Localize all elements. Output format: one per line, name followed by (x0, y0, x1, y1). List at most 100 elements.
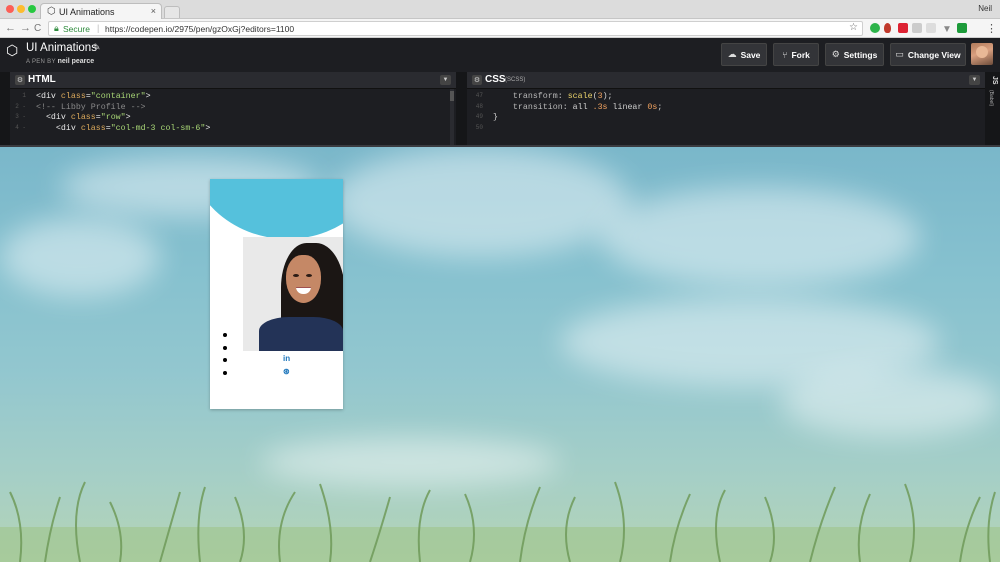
css-editor-title: CSS (485, 74, 506, 85)
back-arrow-icon[interactable]: ← (5, 22, 16, 34)
photo-eye (293, 274, 299, 277)
extension-green-square-icon[interactable] (957, 23, 967, 33)
bullet (223, 358, 227, 362)
profile-card: in ⊛ (210, 179, 343, 409)
social-item-dribbble[interactable]: ⊛ (210, 367, 343, 379)
extension-red-icon[interactable] (898, 23, 908, 33)
fork-label: Fork (791, 49, 810, 60)
forward-arrow-icon[interactable]: → (20, 22, 31, 34)
gear-icon: ⚙ (831, 49, 840, 59)
html-editor-header: ⚙ HTML ▼ (10, 72, 456, 89)
linkedin-icon[interactable]: in (283, 354, 290, 363)
extension-gray-icon[interactable] (912, 23, 922, 33)
code-token: ; (657, 102, 663, 112)
line-number: 49 (475, 113, 483, 120)
social-item-blank-2[interactable] (210, 342, 343, 354)
code-text: <div class="row"> (36, 113, 131, 122)
css-editor-header: ⚙ CSS (SCSS) ▼ (467, 72, 985, 89)
css-settings-gear-icon[interactable]: ⚙ (472, 75, 482, 85)
tab-title: UI Animations (59, 7, 115, 17)
code-token: class (60, 92, 86, 101)
codepen-logo-icon[interactable]: ⬡ (6, 42, 18, 59)
code-token: transform (493, 92, 558, 101)
reload-icon[interactable]: C (34, 23, 41, 34)
lock-icon: 🔒︎ (54, 23, 59, 33)
filter-icon[interactable]: ▼ (942, 23, 952, 35)
code-text: <div class="container"> (36, 92, 151, 101)
photo-eye (306, 274, 312, 277)
code-token: .3s (592, 102, 608, 112)
line-number: 47 (475, 92, 483, 99)
code-token: "row" (100, 113, 126, 122)
window-maximize-button[interactable] (28, 5, 36, 13)
url-field[interactable]: 🔒︎ Secure | https://codepen.io/2975/pen/… (48, 21, 863, 36)
pen-by-prefix: A PEN BY (26, 59, 56, 65)
url-text: https://codepen.io/2975/pen/gzOxGj?edito… (105, 24, 295, 34)
change-view-label: Change View (907, 49, 961, 60)
line-number: 3 - (15, 113, 26, 120)
preview-pane: in ⊛ (0, 147, 1000, 562)
line-number: 1 (22, 92, 26, 99)
card-header-curve (210, 179, 343, 239)
settings-label: Settings (843, 49, 878, 60)
code-text: <!-- Libby Profile --> (36, 103, 146, 112)
codepen-favicon-icon: ⬡ (47, 6, 56, 17)
code-token: <div (36, 113, 71, 122)
html-settings-gear-icon[interactable]: ⚙ (15, 75, 25, 85)
fork-button[interactable]: ⑂ Fork (773, 43, 819, 66)
code-token: <div (36, 123, 81, 133)
code-token: transition (493, 102, 563, 112)
social-item-linkedin[interactable]: in (210, 354, 343, 366)
tab-close-icon[interactable]: × (151, 6, 156, 16)
css-preprocessor-label: (SCSS) (505, 77, 526, 83)
html-scrollbar[interactable] (450, 89, 454, 145)
css-collapse-chevron-icon[interactable]: ▼ (969, 75, 980, 85)
bullet (223, 333, 227, 337)
window-minimize-button[interactable] (17, 5, 25, 13)
html-editor[interactable]: ⚙ HTML ▼ 1 <div class="container"> 2 - <!--… (10, 72, 456, 145)
line-number: 50 (475, 123, 483, 131)
cloud (600, 187, 920, 287)
window-close-button[interactable] (6, 5, 14, 13)
code-token: : (557, 92, 568, 101)
extension-light-icon[interactable] (926, 23, 936, 33)
editor-panels: ⚙ HTML ▼ 1 <div class="container"> 2 - <!--… (0, 72, 1000, 147)
browser-profile-name[interactable]: Neil (978, 4, 992, 13)
bookmark-star-icon[interactable]: ☆ (849, 22, 858, 33)
code-token: > (205, 123, 211, 133)
change-view-button[interactable]: ▭ Change View (890, 43, 966, 66)
dribbble-icon[interactable]: ⊛ (283, 367, 290, 376)
social-item-blank-1[interactable] (210, 329, 343, 341)
microphone-icon[interactable] (884, 23, 891, 33)
layout-icon: ▭ (895, 49, 904, 59)
cloud-icon: ☁ (727, 49, 737, 59)
url-separator: | (97, 23, 100, 33)
code-token: : all (562, 102, 593, 112)
author-link[interactable]: neil pearce (58, 58, 95, 65)
browser-tab-bar: ⬡ UI Animations × Neil (0, 0, 1000, 20)
css-editor[interactable]: ⚙ CSS (SCSS) ▼ 47 transform: scale(3); 48… (467, 72, 985, 145)
fork-icon: ⑂ (782, 49, 788, 60)
line-number: 4 - (15, 123, 26, 131)
edit-pencil-icon[interactable]: ✎ (93, 42, 101, 53)
code-text: transform: scale(3); (493, 92, 613, 101)
codepen-header: ⬡ UI Animations ✎ A PEN BY neil pearce ☁… (0, 38, 1000, 72)
html-collapse-chevron-icon[interactable]: ▼ (440, 75, 451, 85)
pen-title[interactable]: UI Animations (26, 42, 97, 54)
new-tab-button[interactable] (164, 6, 180, 18)
html-code-area[interactable]: 1 <div class="container"> 2 - <!-- Libby Pr… (10, 90, 456, 145)
settings-button[interactable]: ⚙ Settings (825, 43, 884, 66)
code-token: } (493, 113, 498, 122)
code-text: <div class="col-md-3 col-sm-6"> (36, 124, 210, 133)
css-code-area[interactable]: 47 transform: scale(3); 48 transition: al… (467, 90, 985, 145)
extension-green-icon[interactable] (870, 23, 880, 33)
secure-label: Secure (63, 24, 90, 34)
browser-tab[interactable]: ⬡ UI Animations × (40, 3, 162, 20)
code-token: <div (36, 92, 61, 101)
cloud (330, 147, 630, 257)
save-button[interactable]: ☁ Save (721, 43, 767, 66)
save-label: Save (740, 49, 761, 60)
user-avatar[interactable] (971, 43, 993, 65)
browser-menu-icon[interactable]: ⋮ (986, 22, 997, 35)
code-token: ); (602, 92, 613, 101)
